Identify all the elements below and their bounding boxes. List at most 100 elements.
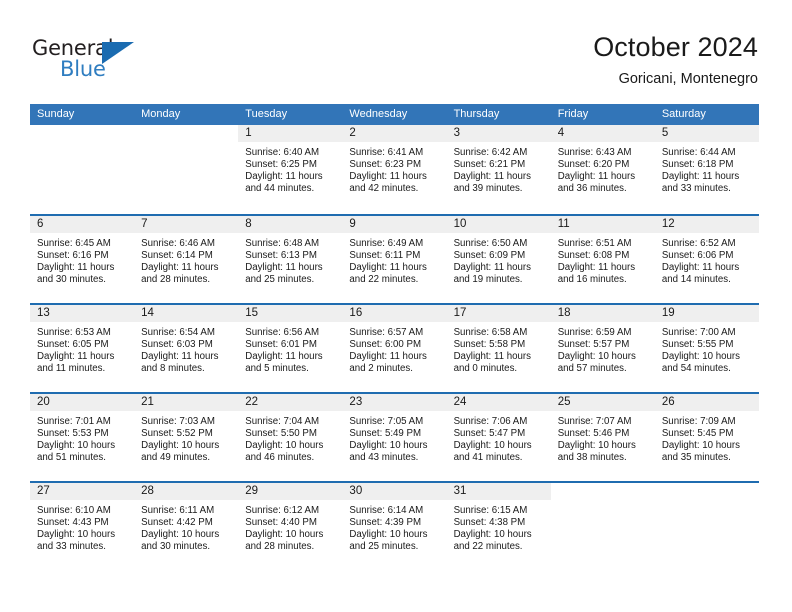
calendar-day-cell[interactable]: 2 Sunrise: 6:41 AM Sunset: 6:23 PM Daylight… — [342, 125, 447, 214]
day-number: 5 — [661, 127, 669, 139]
calendar-day-cell[interactable]: 19 Sunrise: 7:00 AM Sunset: 5:55 PM Dayligh… — [654, 305, 759, 392]
calendar-day-cell[interactable]: 25 Sunrise: 7:07 AM Sunset: 5:46 PM Dayligh… — [550, 394, 655, 481]
day-sunrise-text: Sunrise: 6:14 AM — [349, 505, 424, 516]
day-sunset-text: Sunset: 6:09 PM — [453, 250, 526, 262]
calendar-day-cell[interactable]: 29 Sunrise: 6:12 AM Sunset: 4:40 PM Dayligh… — [238, 483, 343, 570]
day-number: 17 — [453, 307, 467, 319]
day-number: 22 — [245, 396, 259, 408]
calendar-day-cell[interactable]: 31 Sunrise: 6:15 AM Sunset: 4:38 PM Dayligh… — [446, 483, 551, 570]
day-sunrise-text: Sunrise: 6:44 AM — [661, 147, 736, 158]
day-number: 3 — [453, 127, 460, 139]
weekday-header-row: Sunday Monday Tuesday Wednesday Thursday… — [30, 104, 759, 125]
day-daylight-text: Daylight: 11 hours — [557, 262, 636, 274]
day-sunset-text: Sunset: 4:43 PM — [37, 517, 109, 529]
day-sun-info: Sunrise: 6:40 AM Sunset: 6:25 PM Daylight:… — [238, 142, 342, 195]
page-header: General Blue October 2024 Goricani, Mont… — [0, 0, 792, 104]
calendar-day-cell[interactable]: 6 Sunrise: 6:45 AM Sunset: 6:16 PM Daylight… — [30, 216, 135, 303]
calendar-cell-empty — [654, 483, 759, 570]
day-number-band — [550, 125, 655, 142]
day-sunrise-text: Sunrise: 6:52 AM — [661, 238, 736, 249]
day-sunset-text: Sunset: 6:21 PM — [453, 159, 526, 171]
calendar-day-cell[interactable]: 18 Sunrise: 6:59 AM Sunset: 5:57 PM Dayligh… — [550, 305, 655, 392]
day-number-band — [654, 483, 759, 500]
day-sunrise-text: Sunrise: 6:53 AM — [37, 327, 111, 338]
day-sun-info: Sunrise: 6:57 AM Sunset: 6:00 PM Daylight:… — [342, 322, 446, 375]
calendar-day-cell[interactable]: 27 Sunrise: 6:10 AM Sunset: 4:43 PM Dayligh… — [30, 483, 135, 570]
day-sun-info: Sunrise: 6:46 AM Sunset: 6:14 PM Daylight:… — [134, 233, 238, 286]
day-sun-info: Sunrise: 7:00 AM Sunset: 5:55 PM Daylight:… — [655, 322, 759, 375]
calendar-day-cell[interactable]: 8 Sunrise: 6:48 AM Sunset: 6:13 PM Daylight… — [238, 216, 343, 303]
day-sun-info: Sunrise: 7:09 AM Sunset: 5:45 PM Daylight:… — [655, 411, 759, 464]
calendar-day-cell[interactable]: 15 Sunrise: 6:56 AM Sunset: 6:01 PM Dayligh… — [238, 305, 343, 392]
day-daylight-text: Daylight: 11 hours — [661, 262, 740, 274]
day-sunrise-text: Sunrise: 6:41 AM — [349, 147, 424, 158]
day-number: 25 — [557, 396, 571, 408]
day-sun-info: Sunrise: 7:06 AM Sunset: 5:47 PM Daylight:… — [447, 411, 551, 464]
day-number-band — [342, 125, 447, 142]
day-daylight-text: Daylight: 11 hours — [557, 171, 636, 183]
calendar-day-cell[interactable]: 26 Sunrise: 7:09 AM Sunset: 5:45 PM Dayligh… — [654, 394, 759, 481]
calendar-day-cell[interactable]: 16 Sunrise: 6:57 AM Sunset: 6:00 PM Dayligh… — [342, 305, 447, 392]
day-sunset-text: Sunset: 6:08 PM — [557, 250, 630, 262]
day-daylight-cont-text: and 25 minutes. — [245, 274, 315, 286]
title-block: October 2024 Goricani, Montenegro — [593, 30, 758, 90]
calendar-day-cell[interactable]: 13 Sunrise: 6:53 AM Sunset: 6:05 PM Dayligh… — [30, 305, 135, 392]
calendar-day-cell[interactable]: 17 Sunrise: 6:58 AM Sunset: 5:58 PM Dayligh… — [446, 305, 551, 392]
weekday-header-friday: Friday — [557, 108, 589, 120]
day-sunrise-text: Sunrise: 6:43 AM — [557, 147, 632, 158]
day-sunrise-text: Sunrise: 7:06 AM — [453, 416, 528, 427]
calendar-day-cell[interactable]: 12 Sunrise: 6:52 AM Sunset: 6:06 PM Dayligh… — [654, 216, 759, 303]
day-sunrise-text: Sunrise: 6:42 AM — [453, 147, 528, 158]
day-sun-info: Sunrise: 7:04 AM Sunset: 5:50 PM Daylight:… — [238, 411, 342, 464]
day-sunrise-text: Sunrise: 6:49 AM — [349, 238, 424, 249]
calendar-day-cell[interactable]: 1 Sunrise: 6:40 AM Sunset: 6:25 PM Daylight… — [238, 125, 343, 214]
page-title: October 2024 — [593, 32, 758, 62]
calendar-day-cell[interactable]: 11 Sunrise: 6:51 AM Sunset: 6:08 PM Dayligh… — [550, 216, 655, 303]
calendar-day-cell[interactable]: 4 Sunrise: 6:43 AM Sunset: 6:20 PM Daylight… — [550, 125, 655, 214]
day-daylight-text: Daylight: 11 hours — [349, 171, 427, 183]
day-number-band — [134, 216, 239, 233]
calendar-day-cell[interactable]: 23 Sunrise: 7:05 AM Sunset: 5:49 PM Dayligh… — [342, 394, 447, 481]
day-daylight-text: Daylight: 10 hours — [349, 529, 428, 541]
calendar-day-cell[interactable]: 14 Sunrise: 6:54 AM Sunset: 6:03 PM Dayligh… — [134, 305, 239, 392]
calendar-day-cell[interactable]: 22 Sunrise: 7:04 AM Sunset: 5:50 PM Dayligh… — [238, 394, 343, 481]
calendar-weeks: 1 Sunrise: 6:40 AM Sunset: 6:25 PM Daylight… — [30, 125, 759, 570]
day-sunrise-text: Sunrise: 7:05 AM — [349, 416, 424, 427]
day-number-band — [134, 125, 239, 142]
day-sunrise-text: Sunrise: 6:54 AM — [141, 327, 215, 338]
day-sunset-text: Sunset: 5:50 PM — [245, 428, 317, 440]
day-daylight-cont-text: and 42 minutes. — [349, 183, 419, 195]
day-daylight-text: Daylight: 11 hours — [245, 262, 323, 274]
day-sun-info: Sunrise: 6:10 AM Sunset: 4:43 PM Daylight:… — [30, 500, 134, 553]
calendar-day-cell[interactable]: 3 Sunrise: 6:42 AM Sunset: 6:21 PM Daylight… — [446, 125, 551, 214]
calendar-day-cell[interactable]: 30 Sunrise: 6:14 AM Sunset: 4:39 PM Dayligh… — [342, 483, 447, 570]
calendar-day-cell[interactable]: 10 Sunrise: 6:50 AM Sunset: 6:09 PM Dayligh… — [446, 216, 551, 303]
day-sunrise-text: Sunrise: 6:56 AM — [245, 327, 320, 338]
calendar-day-cell[interactable]: 7 Sunrise: 6:46 AM Sunset: 6:14 PM Daylight… — [134, 216, 239, 303]
day-number: 11 — [557, 218, 570, 230]
day-sun-info: Sunrise: 6:59 AM Sunset: 5:57 PM Daylight:… — [551, 322, 655, 375]
calendar-day-cell[interactable]: 21 Sunrise: 7:03 AM Sunset: 5:52 PM Dayligh… — [134, 394, 239, 481]
day-sunset-text: Sunset: 6:01 PM — [245, 339, 317, 351]
day-sunset-text: Sunset: 6:05 PM — [37, 339, 109, 351]
day-daylight-text: Daylight: 11 hours — [349, 351, 427, 363]
day-daylight-cont-text: and 22 minutes. — [349, 274, 419, 286]
day-sunrise-text: Sunrise: 7:09 AM — [661, 416, 736, 427]
calendar-day-cell[interactable]: 24 Sunrise: 7:06 AM Sunset: 5:47 PM Dayligh… — [446, 394, 551, 481]
calendar-day-cell[interactable]: 28 Sunrise: 6:11 AM Sunset: 4:42 PM Dayligh… — [134, 483, 239, 570]
day-sun-info: Sunrise: 6:52 AM Sunset: 6:06 PM Daylight:… — [655, 233, 759, 286]
day-sunrise-text: Sunrise: 7:00 AM — [661, 327, 736, 338]
day-sunrise-text: Sunrise: 6:11 AM — [141, 505, 215, 516]
day-sunrise-text: Sunrise: 6:40 AM — [245, 147, 320, 158]
day-sunset-text: Sunset: 4:38 PM — [453, 517, 526, 529]
day-daylight-cont-text: and 2 minutes. — [349, 363, 413, 375]
weekday-header-tuesday: Tuesday — [245, 108, 288, 120]
day-number-band — [446, 125, 551, 142]
day-number: 7 — [141, 218, 148, 230]
calendar-day-cell[interactable]: 5 Sunrise: 6:44 AM Sunset: 6:18 PM Daylight… — [654, 125, 759, 214]
calendar-day-cell[interactable]: 9 Sunrise: 6:49 AM Sunset: 6:11 PM Daylight… — [342, 216, 447, 303]
day-daylight-text: Daylight: 11 hours — [245, 171, 323, 183]
day-sunrise-text: Sunrise: 6:45 AM — [37, 238, 111, 249]
day-daylight-cont-text: and 30 minutes. — [37, 274, 106, 286]
calendar-day-cell[interactable]: 20 Sunrise: 7:01 AM Sunset: 5:53 PM Dayligh… — [30, 394, 135, 481]
